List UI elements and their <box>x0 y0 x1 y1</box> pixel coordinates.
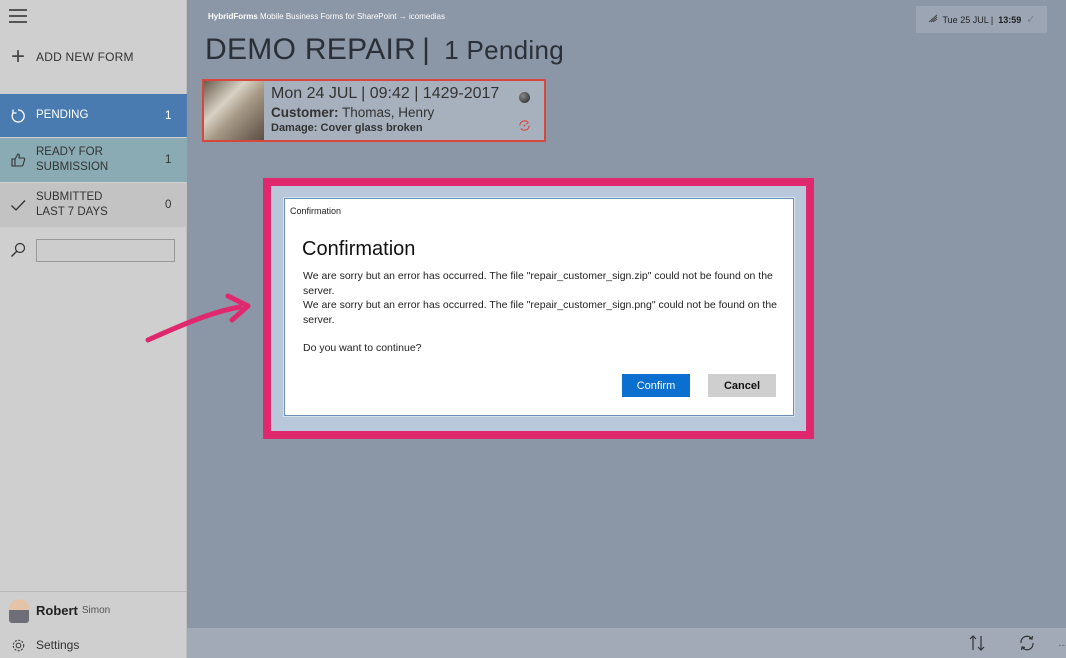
dialog-title: Confirmation <box>302 238 416 260</box>
sync-error-icon[interactable] <box>518 119 531 137</box>
sort-icon[interactable] <box>968 634 986 657</box>
settings-label: Settings <box>36 638 80 652</box>
sidebar-item-count: 1 <box>165 109 172 122</box>
dialog-message-2: We are sorry but an error has occurred. … <box>303 299 777 326</box>
sidebar-item-ready[interactable]: READY FOR SUBMISSION 1 <box>0 138 187 182</box>
sidebar-item-label: READY FOR <box>36 146 103 158</box>
status-dot-icon <box>519 92 530 103</box>
confirmation-dialog: Confirmation Confirmation We are sorry b… <box>284 198 794 416</box>
search-row <box>0 230 187 270</box>
bottom-app-bar <box>187 628 1066 658</box>
damage-label: Damage: <box>271 122 318 134</box>
user-profile[interactable]: Robert Simon <box>0 591 187 629</box>
form-list-item[interactable]: Mon 24 JUL | 09:42 | 1429-2017 Customer:… <box>202 79 546 142</box>
breadcrumb: HybridForms Mobile Business Forms for Sh… <box>208 12 445 21</box>
sidebar-item-pending[interactable]: PENDING 1 <box>0 94 187 137</box>
settings-button[interactable]: Settings <box>0 632 187 658</box>
sidebar-item-label-2: LAST 7 DAYS <box>36 206 108 218</box>
user-last-name: Simon <box>81 605 111 616</box>
network-icon <box>928 14 938 25</box>
brand-name: HybridForms <box>208 12 258 21</box>
cancel-button[interactable]: Cancel <box>708 374 776 397</box>
annotation-arrow-icon <box>145 293 251 343</box>
refresh-icon <box>0 108 36 124</box>
title-separator: | <box>422 33 431 66</box>
date-time-display: Tue 25 JUL | 13:59 ✓ <box>916 6 1047 33</box>
form-date-id: Mon 24 JUL | 09:42 | 1429-2017 <box>271 85 500 102</box>
sidebar-item-label: SUBMITTED <box>36 191 103 203</box>
dialog-message-1: We are sorry but an error has occurred. … <box>303 270 773 297</box>
add-new-form-label: ADD NEW FORM <box>36 50 134 64</box>
confirm-button[interactable]: Confirm <box>622 374 690 397</box>
hamburger-icon[interactable] <box>9 9 27 23</box>
breadcrumb-path: Mobile Business Forms for SharePoint → i… <box>260 12 445 21</box>
check-icon: ✓ <box>1026 14 1036 26</box>
more-icon[interactable]: … <box>1058 638 1066 649</box>
time-label: 13:59 <box>998 14 1022 25</box>
sidebar-item-submitted[interactable]: SUBMITTED LAST 7 DAYS 0 <box>0 183 187 227</box>
form-thumbnail <box>204 81 264 140</box>
form-type-title: DEMO REPAIR <box>205 33 417 66</box>
damage-value: Cover glass broken <box>320 122 423 134</box>
pending-count-label: 1 Pending <box>444 35 565 65</box>
sidebar-item-count: 1 <box>165 154 172 166</box>
sidebar-item-label: PENDING <box>36 109 89 121</box>
sidebar-item-count: 0 <box>165 199 172 211</box>
date-label: Tue 25 JUL | <box>942 14 994 25</box>
sync-icon[interactable] <box>1018 634 1036 657</box>
checkmark-icon <box>0 197 36 213</box>
user-first-name: Robert <box>36 603 78 618</box>
search-icon[interactable] <box>0 242 36 258</box>
customer-value: Thomas, Henry <box>342 105 435 120</box>
dialog-question: Do you want to continue? <box>303 342 422 354</box>
thumbs-up-icon <box>0 152 36 168</box>
search-input[interactable] <box>36 238 175 262</box>
sidebar-item-label-2: SUBMISSION <box>36 161 109 173</box>
customer-label: Customer: <box>271 105 339 120</box>
gear-icon <box>0 638 36 653</box>
dialog-caption: Confirmation <box>290 206 342 216</box>
avatar <box>9 598 29 623</box>
page-title: DEMO REPAIR | 1 Pending <box>205 33 564 67</box>
add-new-form-button[interactable]: + ADD NEW FORM <box>0 38 187 76</box>
plus-icon: + <box>10 43 25 70</box>
